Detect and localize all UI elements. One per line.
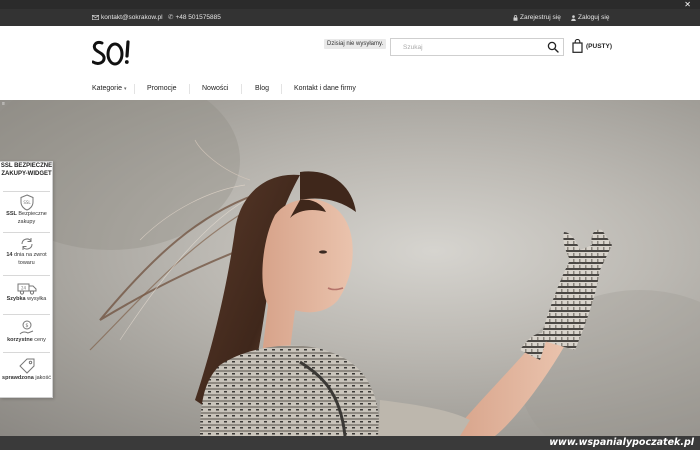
ssl-item-bold: 14 <box>6 252 13 258</box>
nav-divider <box>189 84 190 94</box>
ssl-item-text: ceny <box>34 337 46 343</box>
svg-text:$: $ <box>25 323 28 329</box>
widget-divider <box>3 352 50 353</box>
widget-divider <box>3 191 50 192</box>
search-icon[interactable] <box>547 41 559 53</box>
top-strip: ✕ <box>0 0 700 9</box>
nav-divider <box>241 84 242 94</box>
svg-text:SSL: SSL <box>23 200 31 205</box>
nav-item-promocje[interactable]: Promocje <box>147 78 177 100</box>
register-text: Zarejestruj się <box>520 14 561 21</box>
phone-text: +48 501575885 <box>175 14 221 21</box>
chevron-down-icon: ▾ <box>123 86 127 92</box>
lock-icon <box>513 14 518 21</box>
close-icon[interactable]: ✕ <box>684 0 691 9</box>
ssl-item-bold: SSL <box>6 211 17 217</box>
nav-item-label: Nowości <box>202 85 229 92</box>
shipping-status-badge: Dzisiaj nie wysyłamy. <box>324 39 387 49</box>
ssl-item-text: dnia na zwrot towaru <box>13 252 47 266</box>
ssl-item-text: jakość <box>35 375 51 381</box>
hero-banner[interactable]: ≡ <box>0 100 700 436</box>
ssl-item-price: $ korzystne ceny <box>0 319 53 345</box>
ssl-item-text: Bezpieczne zakupy <box>17 211 47 225</box>
user-icon <box>571 14 576 21</box>
envelope-icon <box>92 15 99 20</box>
ssl-trust-widget[interactable]: SSL BEZPIECZNE ZAKUPY-WIDGET SSL SSL Bez… <box>0 161 53 398</box>
delivery-truck-icon: 24 <box>17 283 36 295</box>
login-text: Zaloguj się <box>578 14 610 21</box>
svg-text:24: 24 <box>20 285 26 290</box>
cart-button[interactable]: (PUSTY) <box>572 39 612 53</box>
widget-divider <box>3 314 50 315</box>
shopping-bag-icon <box>572 39 583 53</box>
nav-item-kategorie[interactable]: Kategorie ▾ <box>92 78 126 100</box>
nav-divider <box>281 84 282 94</box>
ssl-item-return: 14 dnia na zwrot towaru <box>0 236 53 267</box>
shield-ssl-icon: SSL <box>20 194 33 211</box>
so-logo[interactable] <box>92 38 132 68</box>
ssl-item-bold: korzystne <box>7 337 33 343</box>
email-text: kontakt@sokrakow.pl <box>101 14 163 21</box>
nav-item-label: Promocje <box>147 85 177 92</box>
nav-divider <box>134 84 135 94</box>
phone-link[interactable]: ✆ +48 501575885 <box>168 9 221 26</box>
hero-model-photo <box>0 100 700 436</box>
search-input[interactable] <box>391 39 541 55</box>
nav-item-label: Blog <box>255 85 270 92</box>
price-coin-icon: $ <box>19 320 33 335</box>
contact-bar: kontakt@sokrakow.pl ✆ +48 501575885 Zare… <box>0 9 700 26</box>
nav-item-blog[interactable]: Blog <box>255 78 269 100</box>
nav-item-label: Kategorie <box>92 85 122 92</box>
cart-status: (PUSTY) <box>586 42 612 50</box>
bottom-bar: www.wspanialypoczatek.pl <box>0 436 700 450</box>
email-link[interactable]: kontakt@sokrakow.pl <box>92 9 163 26</box>
login-link[interactable]: Zaloguj się <box>571 9 609 26</box>
main-nav: Kategorie ▾ Promocje Nowości Blog Kontakt… <box>0 78 700 100</box>
ssl-item-bold: sprawdzona <box>2 375 34 381</box>
ssl-item-text: wysyłka <box>27 296 47 302</box>
watermark-text: www.wspanialypoczatek.pl <box>549 437 694 448</box>
hero-marker: ≡ <box>2 101 5 107</box>
nav-item-nowosci[interactable]: Nowości <box>202 78 228 100</box>
ssl-item-quality: sprawdzona jakość <box>0 357 53 383</box>
phone-icon: ✆ <box>168 14 174 21</box>
ssl-item-secure: SSL SSL Bezpieczne zakupy <box>0 194 53 226</box>
price-tag-icon <box>18 358 34 374</box>
ssl-item-bold: Szybka <box>6 296 26 302</box>
nav-item-label: Kontakt i dane firmy <box>294 85 356 92</box>
widget-divider <box>3 275 50 276</box>
nav-item-kontakt[interactable]: Kontakt i dane firmy <box>294 78 356 100</box>
search-box <box>390 38 564 56</box>
register-link[interactable]: Zarejestruj się <box>513 9 561 26</box>
return-arrows-icon <box>21 238 32 250</box>
ssl-item-shipping: 24 Szybka wysyłka <box>0 280 53 304</box>
ssl-widget-title: SSL BEZPIECZNE ZAKUPY-WIDGET <box>0 163 53 177</box>
widget-divider <box>3 232 50 233</box>
site-header: Dzisiaj nie wysyłamy. (PUSTY) <box>0 26 700 78</box>
